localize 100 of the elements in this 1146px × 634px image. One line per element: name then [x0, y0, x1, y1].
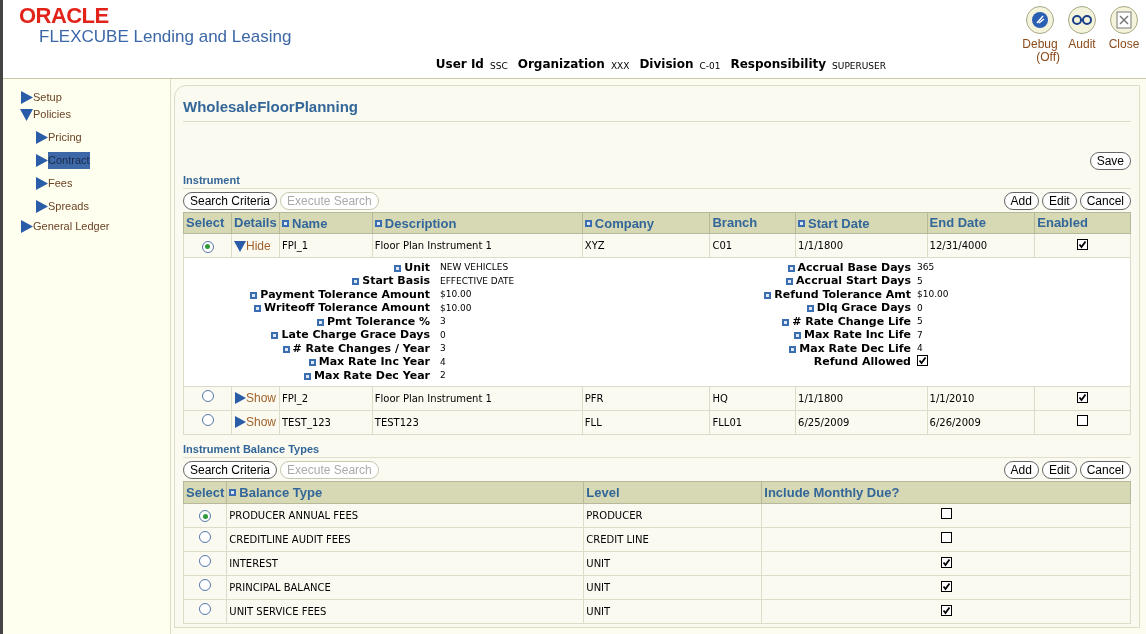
- collapsed-triangle-icon[interactable]: [35, 200, 48, 213]
- nav-item[interactable]: General Ledger: [33, 218, 110, 235]
- save-button[interactable]: Save: [1089, 151, 1131, 170]
- field-value: 0: [917, 302, 923, 313]
- checkbox[interactable]: [1077, 239, 1089, 251]
- user-info-label: Organization: [517, 56, 605, 73]
- audit-button[interactable]: Audit: [1062, 6, 1102, 78]
- glasses-icon: [1072, 14, 1092, 26]
- column-header: Name: [279, 212, 373, 234]
- table-cell: 12/31/4000: [927, 233, 1035, 258]
- user-info-label: User Id: [435, 56, 484, 73]
- field-value: $10.00: [439, 288, 472, 302]
- checkbox[interactable]: [940, 556, 952, 568]
- table-cell: PRODUCER: [583, 503, 762, 527]
- radio-button[interactable]: [201, 414, 214, 427]
- required-icon: [806, 305, 814, 312]
- table-cell: 1/1/1800: [795, 233, 928, 258]
- field-value: 3: [439, 342, 446, 356]
- table-cell: PRODUCER ANNUAL FEES: [226, 503, 584, 527]
- required-icon: [229, 489, 237, 497]
- right-triangle-icon: [234, 392, 246, 405]
- table-cell: UNIT: [583, 599, 762, 623]
- required-icon: [798, 220, 806, 227]
- column-header: End Date: [927, 212, 1035, 234]
- table-cell: FPI_2: [279, 386, 373, 411]
- action-button[interactable]: Add: [1003, 192, 1039, 210]
- checkbox[interactable]: [1077, 414, 1089, 426]
- collapsed-triangle-icon[interactable]: [20, 91, 33, 104]
- action-button[interactable]: Edit: [1041, 192, 1077, 210]
- checkbox[interactable]: [917, 355, 928, 367]
- column-header: Description: [372, 212, 583, 234]
- right-triangle-icon: [234, 416, 246, 429]
- checkbox[interactable]: [940, 531, 952, 543]
- column-header: Balance Type: [226, 481, 584, 503]
- required-icon: [317, 318, 325, 326]
- action-button[interactable]: Edit: [1041, 461, 1077, 480]
- column-header: Enabled: [1034, 212, 1131, 234]
- close-icon: [1116, 11, 1132, 29]
- radio-button[interactable]: [199, 555, 212, 567]
- search-criteria-button[interactable]: Search Criteria: [183, 461, 278, 480]
- checkbox[interactable]: [1077, 391, 1089, 403]
- user-info-value: SSC: [489, 59, 508, 73]
- field-value: 5: [917, 316, 923, 327]
- table-cell: XYZ: [582, 233, 710, 258]
- expanded-triangle-icon[interactable]: [20, 108, 33, 121]
- radio-button[interactable]: [201, 390, 214, 403]
- down-triangle-icon: [234, 239, 246, 252]
- field-value: 5: [917, 275, 923, 286]
- column-header: Include Monthly Due?: [761, 481, 1131, 503]
- collapsed-triangle-icon[interactable]: [35, 177, 48, 190]
- checkbox[interactable]: [940, 580, 952, 592]
- checkbox[interactable]: [940, 604, 952, 616]
- close-button[interactable]: Close: [1104, 6, 1144, 78]
- radio-button[interactable]: [199, 531, 212, 543]
- search-criteria-button[interactable]: Search Criteria: [183, 192, 278, 210]
- action-button[interactable]: Add: [1003, 461, 1039, 480]
- table-cell: 1/1/2010: [927, 386, 1035, 411]
- collapsed-triangle-icon[interactable]: [20, 220, 33, 233]
- field-value: EFFECTIVE DATE: [439, 274, 515, 288]
- required-icon: [282, 220, 289, 227]
- section-title: Instrument Balance Types: [183, 440, 1131, 459]
- required-icon: [584, 220, 592, 227]
- table-cell: UNIT: [583, 551, 762, 575]
- field-value: 365: [917, 262, 935, 273]
- collapsed-triangle-icon[interactable]: [35, 131, 48, 144]
- field-value: 7: [917, 329, 923, 340]
- debug-button[interactable]: Debug (Off): [1020, 6, 1060, 78]
- radio-button[interactable]: [199, 510, 212, 522]
- table-cell: 6/25/2009: [795, 410, 928, 435]
- required-icon: [764, 291, 772, 299]
- collapsed-triangle-icon[interactable]: [35, 154, 48, 167]
- action-button[interactable]: Cancel: [1079, 192, 1131, 210]
- table-cell: 6/26/2009: [927, 410, 1035, 435]
- field-value: 4: [439, 355, 446, 369]
- table-cell: TEST_123: [279, 410, 373, 435]
- column-header: Details: [231, 212, 280, 234]
- table-cell: PRINCIPAL BALANCE: [226, 575, 584, 599]
- nav-item[interactable]: Pricing: [48, 129, 82, 146]
- table-cell: FPI_1: [279, 233, 373, 258]
- table-cell: UNIT SERVICE FEES: [226, 599, 584, 623]
- nav-item[interactable]: Setup: [33, 89, 62, 106]
- radio-button[interactable]: [199, 579, 212, 591]
- radio-button[interactable]: [199, 603, 212, 615]
- nav-item[interactable]: Fees: [48, 175, 73, 192]
- nav-item[interactable]: Policies: [33, 106, 71, 123]
- checkbox[interactable]: [940, 507, 952, 519]
- table-cell: TEST123: [372, 410, 583, 435]
- action-button[interactable]: Cancel: [1079, 461, 1131, 480]
- column-header: Select: [183, 481, 227, 503]
- radio-button[interactable]: [201, 240, 214, 253]
- user-info-label: Responsibility: [730, 56, 827, 73]
- nav-item[interactable]: Spreads: [48, 198, 89, 215]
- required-icon: [394, 264, 402, 272]
- table-cell: FLL01: [710, 410, 796, 435]
- field-value: 0: [439, 328, 446, 342]
- section-title: Instrument: [183, 171, 1131, 189]
- user-info-value: C-01: [699, 59, 721, 73]
- field-value: NEW VEHICLES: [439, 261, 509, 275]
- product-name: FLEXCUBE Lending and Leasing: [38, 26, 292, 48]
- page-title: WholesaleFloorPlanning: [183, 96, 1131, 122]
